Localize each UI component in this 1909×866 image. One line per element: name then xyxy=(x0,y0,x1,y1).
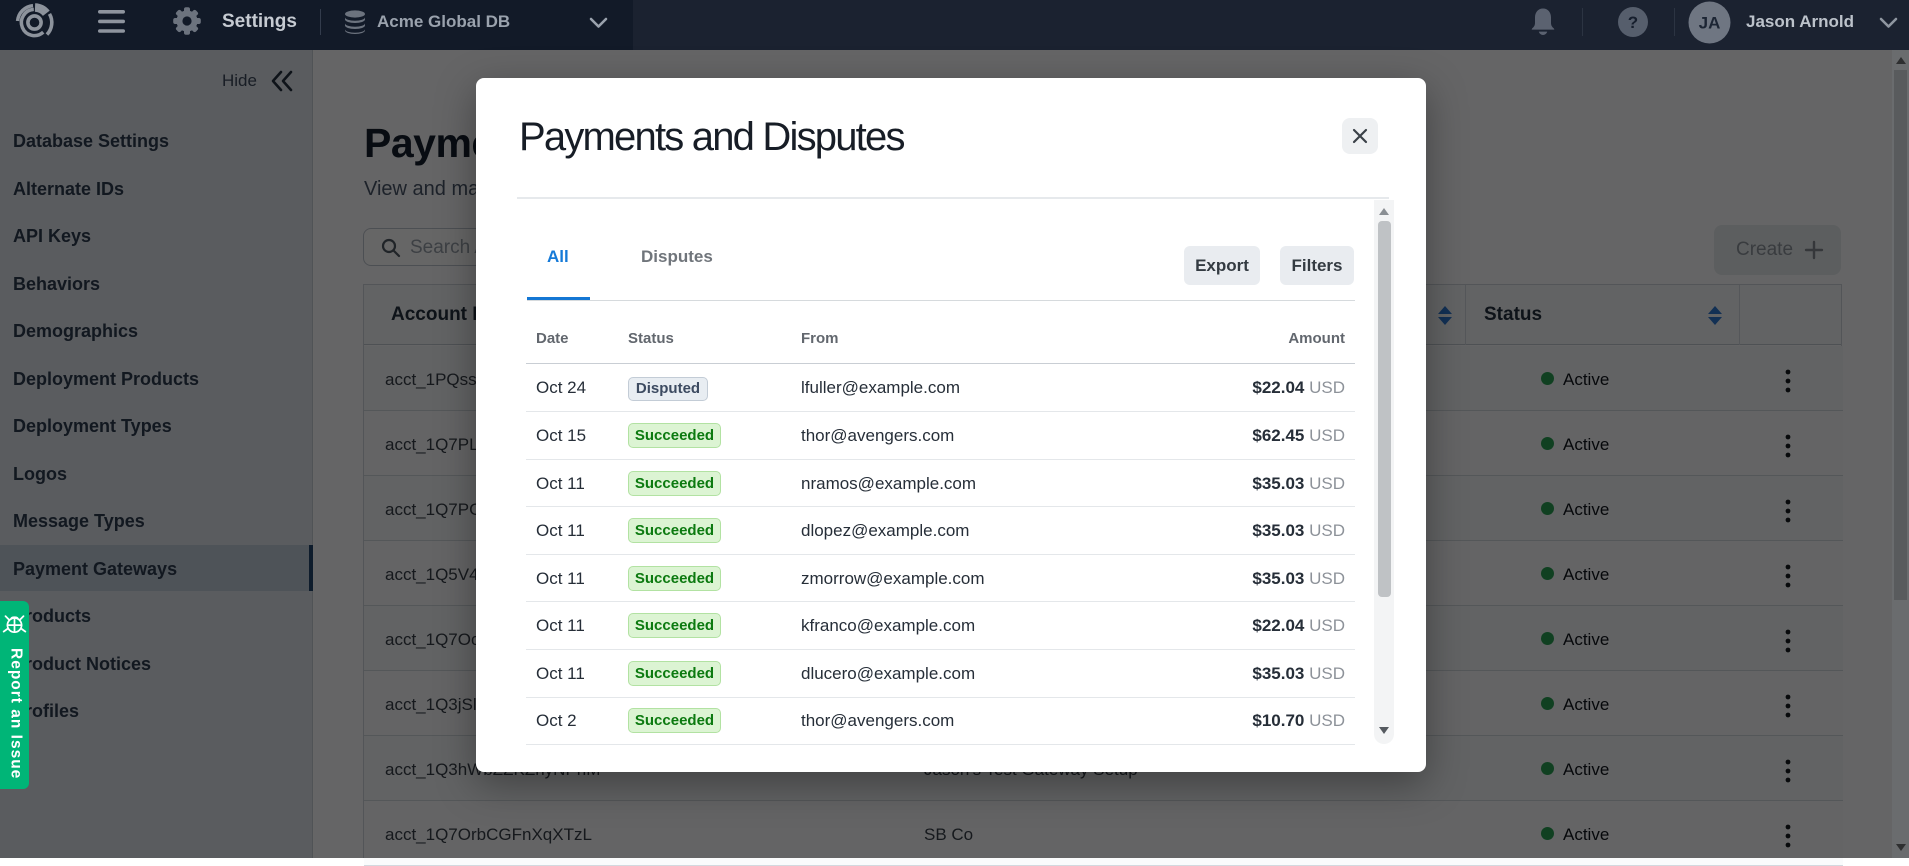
svg-text:JA: JA xyxy=(1699,14,1721,33)
svg-text:?: ? xyxy=(1628,13,1638,32)
